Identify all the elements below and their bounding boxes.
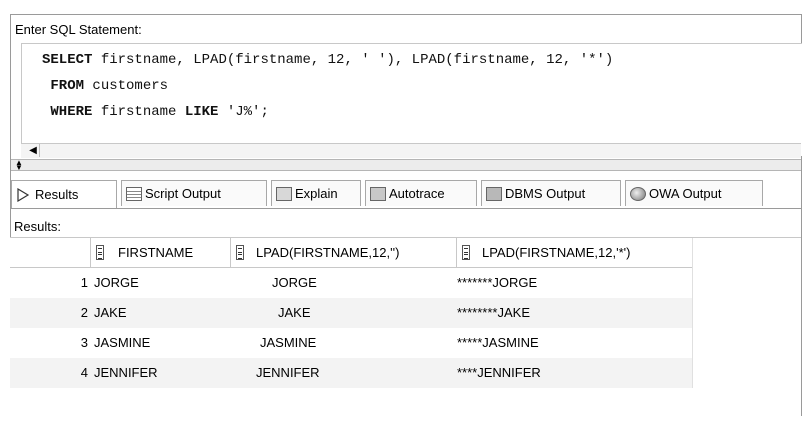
tab-owa-output[interactable]: OWA Output xyxy=(625,180,763,206)
column-header-lpad-star[interactable]: LPAD(FIRSTNAME,12,'*') xyxy=(457,238,693,268)
sql-editor[interactable]: SELECT firstname, LPAD(firstname, 12, ' … xyxy=(21,43,802,156)
tab-script-output[interactable]: Script Output xyxy=(121,180,267,206)
script-icon xyxy=(126,186,142,201)
sql-worksheet: Enter SQL Statement: SELECT firstname, L… xyxy=(10,14,802,416)
keyword-from: FROM xyxy=(50,78,85,94)
cell-firstname[interactable]: JAKE xyxy=(94,298,127,328)
cell-firstname[interactable]: JORGE xyxy=(94,268,139,298)
row-number: 3 xyxy=(80,335,88,350)
code-text: firstname, LPAD(firstname, 12, ' '), LPA… xyxy=(92,52,614,68)
owa-icon xyxy=(630,186,646,201)
autotrace-icon xyxy=(370,186,386,201)
table-row[interactable]: 3 JASMINE JASMINE *****JASMINE xyxy=(10,328,693,358)
keyword-like: LIKE xyxy=(184,104,219,120)
play-icon xyxy=(16,187,32,202)
tab-results-label: Results xyxy=(35,187,79,202)
code-text: firstname xyxy=(92,104,185,120)
output-tab-bar: Results Script Output Explain Autotrace … xyxy=(11,180,801,209)
collapse-arrows-icon[interactable]: ▲ ▼ xyxy=(15,159,23,172)
tab-owa-output-label: OWA Output xyxy=(649,186,722,201)
sort-icon[interactable] xyxy=(236,245,244,260)
table-row[interactable]: 2 JAKE JAKE ********JAKE xyxy=(10,298,693,328)
grid-right-edge xyxy=(692,238,693,388)
keyword-select: SELECT xyxy=(42,52,93,68)
results-grid: FIRSTNAME LPAD(FIRSTNAME,12,'') LPAD(FIR… xyxy=(10,237,801,416)
sort-icon[interactable] xyxy=(96,245,104,260)
cell-lpad-space[interactable]: JASMINE xyxy=(260,328,316,358)
editor-horizontal-scrollbar[interactable]: ◀ xyxy=(21,143,801,158)
code-line-from: FROM customers xyxy=(42,78,168,94)
tab-dbms-output[interactable]: DBMS Output xyxy=(481,180,621,206)
cell-lpad-star[interactable]: *******JORGE xyxy=(457,268,537,298)
tab-autotrace-label: Autotrace xyxy=(389,186,445,201)
code-line-select: SELECT firstname, LPAD(firstname, 12, ' … xyxy=(42,52,613,68)
tab-explain-label: Explain xyxy=(295,186,338,201)
keyword-where: WHERE xyxy=(50,104,93,120)
cell-lpad-star[interactable]: ********JAKE xyxy=(457,298,530,328)
explain-icon xyxy=(276,186,292,201)
table-row[interactable]: 1 JORGE JORGE *******JORGE xyxy=(10,268,693,298)
table-row[interactable]: 4 JENNIFER JENNIFER ****JENNIFER xyxy=(10,358,693,388)
dbms-icon xyxy=(486,186,502,201)
cell-firstname[interactable]: JENNIFER xyxy=(94,358,158,388)
row-number: 2 xyxy=(80,305,88,320)
cell-lpad-star[interactable]: *****JASMINE xyxy=(457,328,539,358)
results-label: Results: xyxy=(14,219,61,234)
cell-lpad-space[interactable]: JORGE xyxy=(272,268,317,298)
tab-results[interactable]: Results xyxy=(11,180,117,208)
tab-autotrace[interactable]: Autotrace xyxy=(365,180,477,206)
row-number: 1 xyxy=(80,275,88,290)
cell-lpad-space[interactable]: JAKE xyxy=(278,298,311,328)
pane-splitter[interactable]: ▲ ▼ xyxy=(11,159,801,172)
sql-statement-label: Enter SQL Statement: xyxy=(15,22,142,37)
column-header-label: FIRSTNAME xyxy=(118,245,194,260)
cell-firstname[interactable]: JASMINE xyxy=(94,328,150,358)
code-line-where: WHERE firstname LIKE 'J%'; xyxy=(42,104,269,120)
column-header-label: LPAD(FIRSTNAME,12,'*') xyxy=(482,245,631,260)
code-text: 'J%'; xyxy=(218,104,269,120)
cell-lpad-star[interactable]: ****JENNIFER xyxy=(457,358,541,388)
column-header-lpad-space[interactable]: LPAD(FIRSTNAME,12,'') xyxy=(231,238,457,268)
column-header-label: LPAD(FIRSTNAME,12,'') xyxy=(256,245,400,260)
column-header-firstname[interactable]: FIRSTNAME xyxy=(91,238,231,268)
row-number-header xyxy=(10,238,91,268)
tab-explain[interactable]: Explain xyxy=(271,180,361,206)
tab-script-output-label: Script Output xyxy=(145,186,221,201)
tab-dbms-output-label: DBMS Output xyxy=(505,186,586,201)
sort-icon[interactable] xyxy=(462,245,470,260)
scroll-left-arrow-icon[interactable]: ◀ xyxy=(27,144,40,157)
row-number: 4 xyxy=(80,365,88,380)
cell-lpad-space[interactable]: JENNIFER xyxy=(256,358,320,388)
code-text: customers xyxy=(84,78,169,94)
